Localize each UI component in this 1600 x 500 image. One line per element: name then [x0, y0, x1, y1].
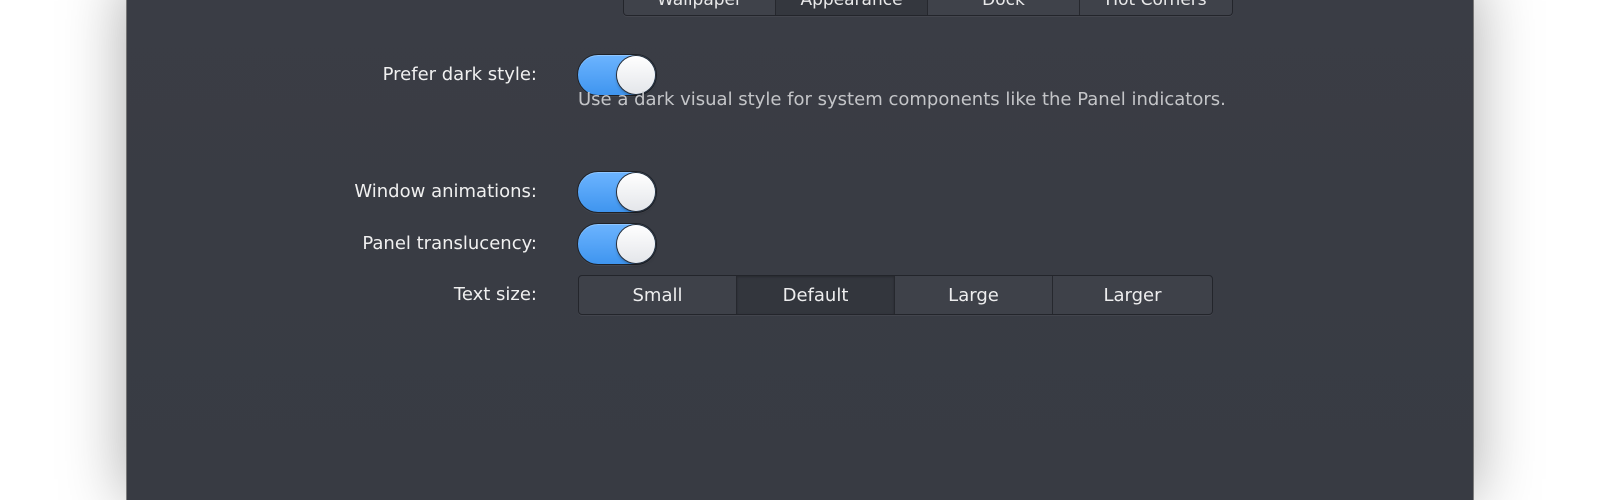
text-size-larger[interactable]: Larger: [1053, 276, 1212, 314]
text-size-label: Text size:: [453, 284, 537, 305]
window-animations-switch[interactable]: [577, 171, 657, 213]
text-size-large[interactable]: Large: [895, 276, 1053, 314]
text-size-small[interactable]: Small: [579, 276, 737, 314]
window-animations-label: Window animations:: [354, 181, 537, 202]
prefer-dark-style-label: Prefer dark style:: [382, 64, 537, 85]
tab-dock[interactable]: Dock: [928, 0, 1080, 15]
tab-wallpaper[interactable]: Wallpaper: [624, 0, 776, 15]
panel-translucency-switch[interactable]: [577, 223, 657, 265]
settings-window: Wallpaper Appearance Dock Hot Corners Pr…: [127, 0, 1473, 500]
switch-knob: [617, 225, 655, 263]
prefer-dark-style-description: Use a dark visual style for system compo…: [578, 89, 1226, 110]
panel-translucency-label: Panel translucency:: [362, 233, 537, 254]
tab-hot-corners[interactable]: Hot Corners: [1080, 0, 1232, 15]
tab-appearance[interactable]: Appearance: [776, 0, 928, 15]
section-tabs: Wallpaper Appearance Dock Hot Corners: [623, 0, 1233, 16]
text-size-selector: Small Default Large Larger: [578, 275, 1213, 315]
text-size-default[interactable]: Default: [737, 276, 895, 314]
window-content: Wallpaper Appearance Dock Hot Corners Pr…: [127, 0, 1473, 500]
switch-knob: [617, 173, 655, 211]
